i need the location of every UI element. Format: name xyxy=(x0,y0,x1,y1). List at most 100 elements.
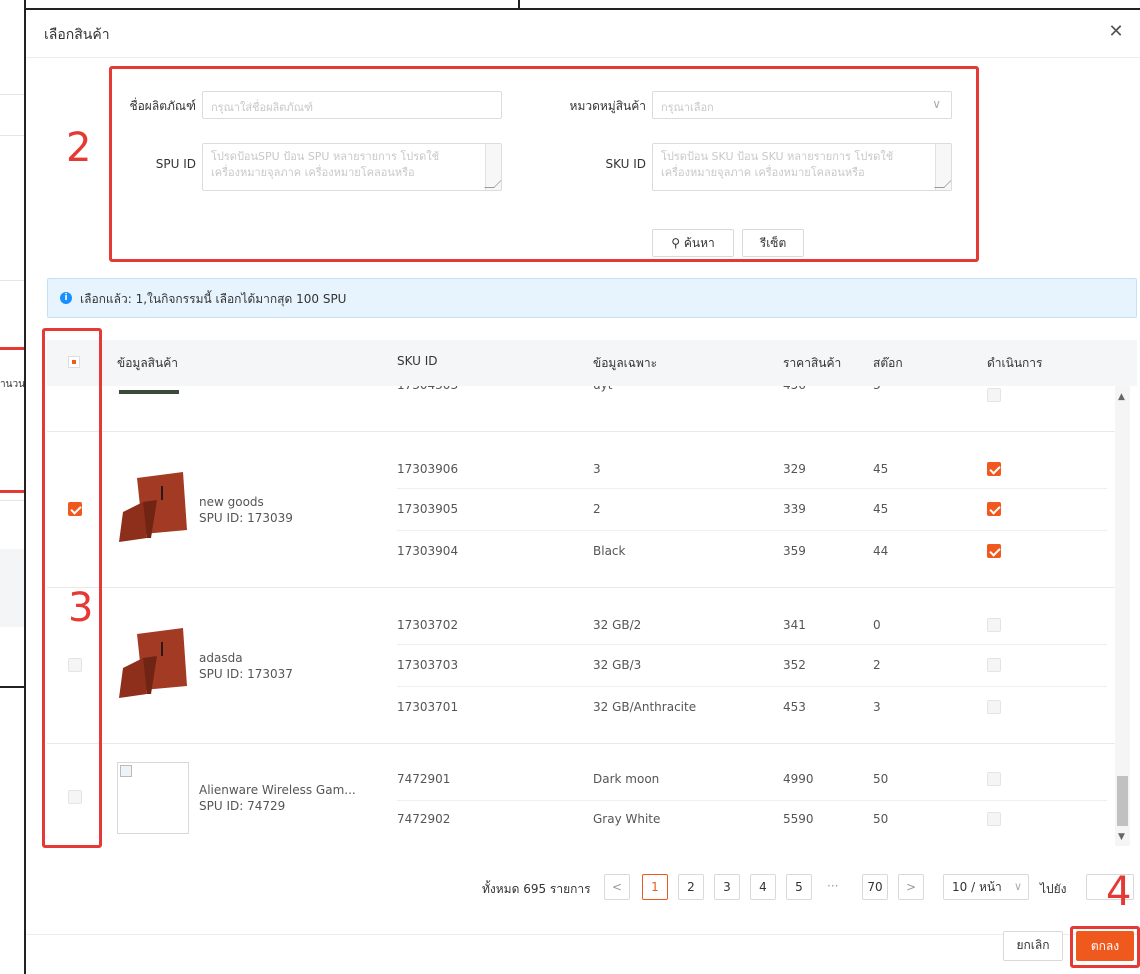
category-label: หมวดหมู่สินค้า xyxy=(569,99,646,113)
page-button-1[interactable]: 1 xyxy=(642,874,668,900)
spec-cell: 32 GB/Anthracite xyxy=(593,700,697,714)
spec-cell: Gray White xyxy=(593,812,661,826)
selection-info-text: เลือกแล้ว: 1,ในกิจกรรมนี้ เลือกได้มากสุด… xyxy=(80,292,347,306)
stock-cell: 2 xyxy=(873,658,881,672)
spec-cell: 32 GB/2 xyxy=(593,618,642,632)
bg-gray-panel xyxy=(0,549,24,627)
spec-cell: 3 xyxy=(593,462,601,476)
stock-cell: 3 xyxy=(873,700,881,714)
col-action: ดำเนินการ xyxy=(987,356,1043,370)
cancel-button[interactable]: ยกเลิก xyxy=(1003,931,1063,961)
bg-frame-line xyxy=(518,0,520,8)
sku-select-checkbox[interactable] xyxy=(987,812,1001,826)
spec-cell: Dark moon xyxy=(593,772,660,786)
col-price: ราคาสินค้า xyxy=(783,356,842,370)
checkbox-column-highlight xyxy=(42,328,102,848)
page-size-select[interactable]: 10 / หน้า ∨ xyxy=(943,874,1029,900)
sku-cell: 7472901 xyxy=(397,772,451,786)
spu-id-textarea[interactable]: โปรดป้อนSPU ป้อน SPU หลายรายการ โปรดใช้เ… xyxy=(202,143,502,191)
product-name-label: ชื่อผลิตภัณฑ์ xyxy=(129,99,196,113)
price-cell: 359 xyxy=(783,544,806,558)
price-cell: 341 xyxy=(783,618,806,632)
stock-cell: 0 xyxy=(873,618,881,632)
product-image-placeholder xyxy=(117,762,189,834)
bg-text-fragment: านวน xyxy=(0,379,25,390)
product-image xyxy=(119,628,187,698)
sku-select-checkbox[interactable] xyxy=(987,544,1001,558)
table-row: new goods SPU ID: 173039 17303906 3 329 … xyxy=(47,432,1122,588)
price-cell: 5590 xyxy=(783,812,814,826)
sku-select-checkbox[interactable] xyxy=(987,700,1001,714)
sku-divider xyxy=(397,686,1107,687)
stock-cell: 44 xyxy=(873,544,889,558)
search-button-label: ค้นหา xyxy=(683,236,715,250)
spu-id-label: SPU ID xyxy=(155,157,196,171)
sku-select-checkbox[interactable] xyxy=(987,502,1001,516)
product-spu: SPU ID: 173037 xyxy=(199,667,293,681)
category-select[interactable]: กรุณาเลือก ∨ xyxy=(652,91,952,119)
sku-select-checkbox[interactable] xyxy=(987,462,1001,476)
page-button-5[interactable]: 5 xyxy=(786,874,812,900)
sku-cell: 7472902 xyxy=(397,812,451,826)
stock-cell: 50 xyxy=(873,812,889,826)
spec-cell: 32 GB/3 xyxy=(593,658,642,672)
broken-image-icon xyxy=(120,765,132,777)
sku-cell: 17303906 xyxy=(397,462,459,476)
product-image-fragment xyxy=(119,390,179,394)
page-button-4[interactable]: 4 xyxy=(750,874,776,900)
pagination-total: ทั้งหมด 695 รายการ xyxy=(482,882,591,896)
chevron-down-icon: ∨ xyxy=(932,97,941,111)
page-button-3[interactable]: 3 xyxy=(714,874,740,900)
scrollbar-thumb[interactable] xyxy=(1117,776,1128,826)
category-placeholder: กรุณาเลือก xyxy=(661,101,714,114)
chevron-down-icon: ∨ xyxy=(1013,880,1022,893)
product-spu: SPU ID: 74729 xyxy=(199,799,286,813)
scroll-down-icon[interactable]: ▼ xyxy=(1118,832,1125,842)
search-icon: ⚲ xyxy=(671,236,681,250)
table-scrollbar[interactable]: ▲ ▼ xyxy=(1115,386,1130,846)
table-row: 17304303 uyt 456 3 xyxy=(47,386,1122,432)
table-row: adasda SPU ID: 173037 17303702 32 GB/2 3… xyxy=(47,588,1122,744)
sku-id-placeholder: โปรดป้อน SKU ป้อน SKU หลายรายการ โปรดใช้… xyxy=(661,150,894,179)
filter-form: ชื่อผลิตภัณฑ์ กรุณาใส่ชื่อผลิตภัณฑ์ หมวด… xyxy=(109,66,979,262)
product-name-input[interactable]: กรุณาใส่ชื่อผลิตภัณฑ์ xyxy=(202,91,502,119)
product-image xyxy=(119,472,187,542)
stock-cell: 45 xyxy=(873,462,889,476)
pagination-ellipsis[interactable]: ··· xyxy=(827,879,838,893)
sku-select-checkbox[interactable] xyxy=(987,388,1001,402)
scroll-up-icon[interactable]: ▲ xyxy=(1118,392,1125,402)
sku-divider xyxy=(397,800,1107,801)
search-button[interactable]: ⚲ ค้นหา xyxy=(652,229,734,257)
table-header: ข้อมูลสินค้า SKU ID ข้อมูลเฉพาะ ราคาสินค… xyxy=(47,340,1137,386)
reset-button[interactable]: รีเซ็ต xyxy=(742,229,804,257)
table-row: Alienware Wireless Gam... SPU ID: 74729 … xyxy=(47,744,1122,846)
bg-frame-line xyxy=(0,686,26,688)
ok-button[interactable]: ตกลง xyxy=(1076,931,1134,961)
page-button-2[interactable]: 2 xyxy=(678,874,704,900)
modal-footer-divider xyxy=(26,934,1140,935)
sku-divider xyxy=(397,488,1107,489)
sku-select-checkbox[interactable] xyxy=(987,618,1001,632)
sku-select-checkbox[interactable] xyxy=(987,772,1001,786)
annotation-number-2: 2 xyxy=(66,125,92,171)
select-product-modal: เลือกสินค้า ✕ 2 ชื่อผลิตภัณฑ์ กรุณาใส่ชื… xyxy=(24,8,1140,974)
modal-header: เลือกสินค้า ✕ xyxy=(26,10,1140,58)
price-cell: 4990 xyxy=(783,772,814,786)
next-page-button[interactable]: > xyxy=(898,874,924,900)
close-icon[interactable]: ✕ xyxy=(1104,20,1128,44)
spu-id-placeholder: โปรดป้อนSPU ป้อน SPU หลายรายการ โปรดใช้เ… xyxy=(211,150,440,179)
stock-cell: 45 xyxy=(873,502,889,516)
sku-cell: 17303701 xyxy=(397,700,459,714)
stock-cell: 50 xyxy=(873,772,889,786)
selection-info-alert: i เลือกแล้ว: 1,ในกิจกรรมนี้ เลือกได้มากส… xyxy=(47,278,1137,318)
spec-cell: uyt xyxy=(593,386,612,392)
sku-id-textarea[interactable]: โปรดป้อน SKU ป้อน SKU หลายรายการ โปรดใช้… xyxy=(652,143,952,191)
price-cell: 453 xyxy=(783,700,806,714)
product-name: adasda xyxy=(199,651,243,665)
col-product-info: ข้อมูลสินค้า xyxy=(117,356,178,370)
pagination: ทั้งหมด 695 รายการ < 1 2 3 4 5 ··· 70 > … xyxy=(26,874,1140,902)
prev-page-button[interactable]: < xyxy=(604,874,630,900)
sku-select-checkbox[interactable] xyxy=(987,658,1001,672)
modal-title: เลือกสินค้า xyxy=(44,27,110,43)
page-button-last[interactable]: 70 xyxy=(862,874,888,900)
